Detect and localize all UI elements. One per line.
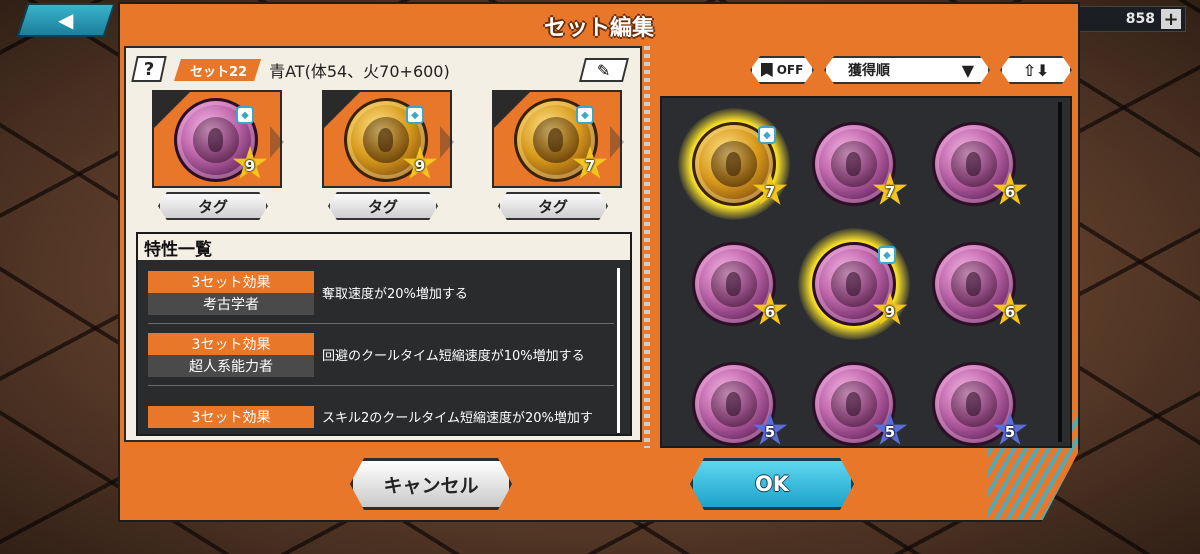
character-portrait: [725, 151, 742, 177]
trait-name: 考古学者: [148, 292, 314, 315]
equipped-badge-icon: ◆: [878, 246, 896, 264]
medal-grid-scrollbar[interactable]: [1058, 102, 1062, 442]
trait-row: 3セット効果 超人系能力者 回避のクールタイム短縮速度が10%増加する: [148, 324, 614, 386]
help-button[interactable]: ?: [131, 56, 167, 82]
trait-description: スキル2のクールタイム短縮速度が20%増加す: [322, 411, 593, 426]
medal-face: [830, 380, 878, 428]
set-effect-label: 3セット効果: [148, 405, 314, 428]
character-portrait: [207, 127, 224, 153]
sort-dropdown[interactable]: 獲得順 ▼: [824, 56, 990, 84]
slot-arrow-icon: [270, 126, 284, 158]
medal-grid: ◆ 7 7 6 6 ◆ 9 6 5 5 5: [660, 96, 1072, 448]
character-portrait: [377, 127, 394, 153]
inventory-medal-cell[interactable]: 5: [932, 362, 1032, 446]
character-portrait: [965, 271, 982, 297]
bookmark-star-icon: [761, 63, 773, 77]
set-effect-label: 3セット効果: [148, 332, 314, 355]
character-portrait: [547, 127, 564, 153]
tag-button[interactable]: タグ: [158, 192, 268, 220]
medal-face: [710, 380, 758, 428]
equipped-badge-icon: ◆: [236, 106, 254, 124]
back-arrow-icon: ◀: [58, 8, 74, 32]
favorite-filter-toggle[interactable]: OFF: [750, 56, 814, 84]
panel-divider: [644, 46, 650, 448]
medal-face: [830, 140, 878, 188]
equip-slot[interactable]: ◆ 9 タグ: [322, 90, 458, 230]
character-portrait: [845, 391, 862, 417]
character-portrait: [725, 271, 742, 297]
medal-face: [710, 140, 758, 188]
sort-order-button[interactable]: ⇧⬇: [1000, 56, 1072, 84]
sort-label: 獲得順: [848, 63, 890, 79]
traits-title: 特性一覧: [138, 234, 630, 262]
medal-face: [710, 260, 758, 308]
equip-slot[interactable]: ◆ 7 タグ: [492, 90, 628, 230]
inventory-medal-cell[interactable]: 5: [692, 362, 792, 446]
character-portrait: [965, 391, 982, 417]
cancel-button[interactable]: キャンセル: [350, 458, 512, 510]
set-detail-panel: ? セット22 青AT(体54、火70+600) ✎ ◆ 9 タグ ◆ 9 タグ ◆ 7 タグ …: [124, 46, 642, 442]
set-number-label: セット22: [174, 59, 262, 81]
medal-face: [950, 380, 998, 428]
medal-face: [950, 260, 998, 308]
medal-face: [950, 140, 998, 188]
medal-face: [362, 116, 410, 164]
inventory-medal-cell[interactable]: ◆ 9: [798, 228, 912, 342]
medal-face: [532, 116, 580, 164]
medal-face: [830, 260, 878, 308]
dialog-title: セット編集: [543, 16, 654, 41]
trait-row: 3セット効果 考古学者 奪取速度が20%増加する: [148, 262, 614, 324]
trait-description: 回避のクールタイム短縮速度が10%増加する: [322, 349, 585, 364]
inventory-medal-cell[interactable]: ◆ 7: [678, 108, 792, 222]
chevron-down-icon: ▼: [961, 60, 974, 80]
character-portrait: [725, 391, 742, 417]
trait-tag: 3セット効果: [148, 405, 314, 428]
set-bar: セット22 青AT(体54、火70+600) ✎: [174, 58, 629, 82]
character-portrait: [965, 151, 982, 177]
set-effect-label: 3セット効果: [148, 270, 314, 293]
back-button[interactable]: ◀: [16, 3, 116, 37]
slot-arrow-icon: [610, 126, 624, 158]
sort-order-icon: ⇧⬇: [1022, 60, 1050, 80]
inventory-medal-cell[interactable]: 6: [932, 122, 1032, 222]
tag-button[interactable]: タグ: [498, 192, 608, 220]
equipped-badge-icon: ◆: [758, 126, 776, 144]
pencil-icon: ✎: [597, 60, 611, 80]
tag-button[interactable]: タグ: [328, 192, 438, 220]
help-label: ?: [143, 58, 155, 80]
medal-face: [192, 116, 240, 164]
medal-inventory-panel: OFF 獲得順 ▼ ⇧⬇ ◆ 7 7 6 6 ◆ 9 6 5 5 5: [652, 46, 1072, 450]
equip-slot[interactable]: ◆ 9 タグ: [152, 90, 288, 230]
currency-display: 858 +: [1066, 6, 1186, 32]
inventory-medal-cell[interactable]: 6: [932, 242, 1032, 342]
ok-button[interactable]: OK: [690, 458, 854, 510]
character-portrait: [845, 151, 862, 177]
traits-panel: 特性一覧 3セット効果 考古学者 奪取速度が20%増加する 3セット効果 超人系能力者回…: [136, 232, 632, 436]
currency-value: 858: [1125, 11, 1155, 27]
trait-row: 3セット効果 スキル2のクールタイム短縮速度が20%増加す: [148, 386, 614, 434]
trait-tag: 3セット効果 考古学者: [148, 270, 314, 315]
set-name: 青AT(体54、火70+600): [269, 62, 450, 81]
traits-scrollbar[interactable]: [617, 268, 620, 433]
inventory-medal-cell[interactable]: 7: [812, 122, 912, 222]
trait-name: 超人系能力者: [148, 354, 314, 377]
character-portrait: [845, 271, 862, 297]
slot-arrow-icon: [440, 126, 454, 158]
inventory-medal-cell[interactable]: 6: [692, 242, 792, 342]
favorite-toggle-state: OFF: [776, 63, 804, 77]
add-currency-button[interactable]: +: [1161, 9, 1181, 30]
inventory-medal-cell[interactable]: 5: [812, 362, 912, 446]
trait-tag: 3セット効果 超人系能力者: [148, 332, 314, 377]
equipped-badge-icon: ◆: [576, 106, 594, 124]
trait-description: 奪取速度が20%増加する: [322, 287, 468, 302]
rename-button[interactable]: ✎: [579, 58, 629, 82]
equipped-badge-icon: ◆: [406, 106, 424, 124]
